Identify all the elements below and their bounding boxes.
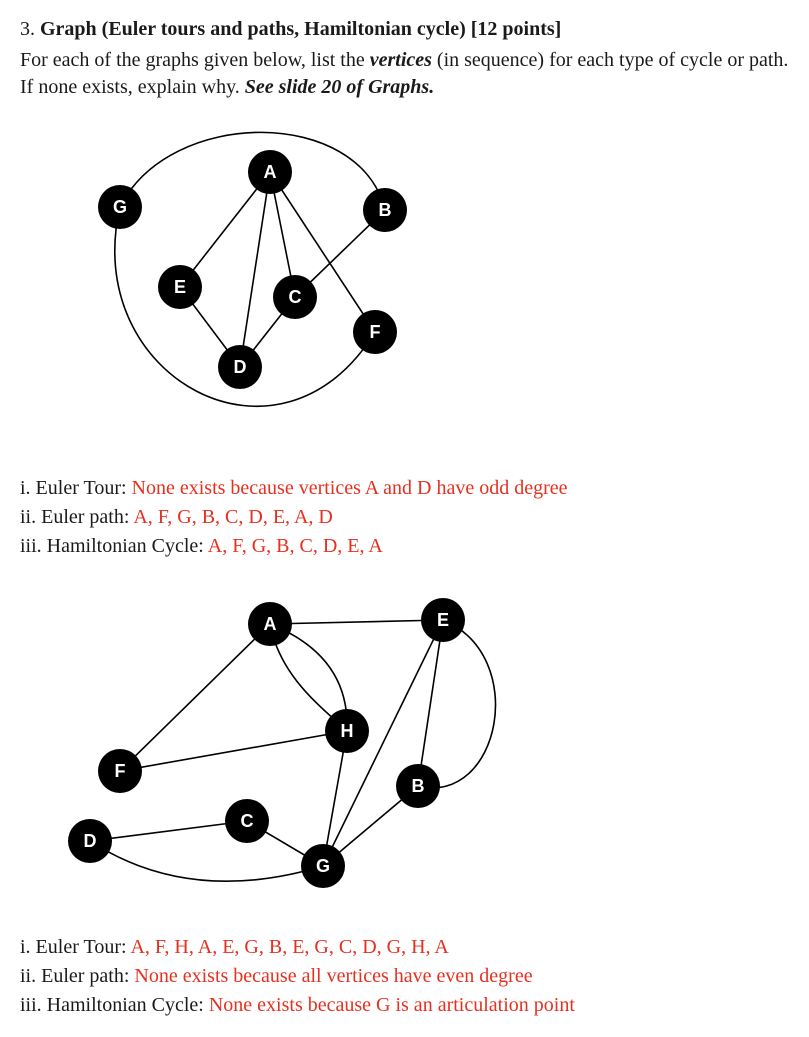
svg-text:E: E [437, 610, 449, 630]
question-prompt: For each of the graphs given below, list… [20, 47, 789, 101]
answer-euler-path: ii. Euler path: A, F, G, B, C, D, E, A, … [20, 504, 789, 531]
svg-text:B: B [379, 200, 392, 220]
svg-text:A: A [264, 162, 277, 182]
answer-value: A, F, H, A, E, G, B, E, G, C, D, G, H, A [130, 936, 448, 958]
prompt-text-1: For each of the graphs given below, list… [20, 49, 370, 71]
svg-text:C: C [241, 811, 254, 831]
node-H: H [325, 709, 369, 753]
answer-label: i. Euler Tour: [20, 936, 130, 958]
node-A: A [248, 602, 292, 646]
node-E: E [421, 598, 465, 642]
node-D: D [218, 345, 262, 389]
answer-value: None exists because vertices A and D hav… [132, 477, 568, 499]
svg-text:A: A [264, 614, 277, 634]
svg-text:E: E [174, 277, 186, 297]
node-G: G [98, 185, 142, 229]
node-F: F [353, 310, 397, 354]
answer-euler-tour: i. Euler Tour: A, F, H, A, E, G, B, E, G… [20, 934, 789, 961]
node-E: E [158, 265, 202, 309]
graph-1-figure: G A B E C D F [20, 117, 789, 465]
prompt-vertices-word: vertices [370, 49, 432, 71]
svg-text:G: G [316, 856, 330, 876]
edge [90, 841, 323, 881]
graph-2-figure: A E H F B C D G [20, 576, 789, 924]
node-C: C [273, 275, 317, 319]
edge [270, 620, 443, 624]
edge [240, 172, 270, 367]
svg-text:B: B [412, 776, 425, 796]
answer-label: i. Euler Tour: [20, 477, 132, 499]
answer-euler-path: ii. Euler path: None exists because all … [20, 963, 789, 990]
node-G: G [301, 844, 345, 888]
graph-1-answers: i. Euler Tour: None exists because verti… [20, 475, 789, 560]
node-B: B [363, 188, 407, 232]
svg-text:H: H [341, 721, 354, 741]
answer-label: ii. Euler path: [20, 965, 134, 987]
answer-value: A, F, G, B, C, D, E, A [208, 535, 383, 557]
question-heading: 3. Graph (Euler tours and paths, Hamilto… [20, 16, 789, 43]
answer-label: ii. Euler path: [20, 506, 133, 528]
answer-label: iii. Hamiltonian Cycle: [20, 535, 208, 557]
answer-euler-tour: i. Euler Tour: None exists because verti… [20, 475, 789, 502]
edge [90, 821, 247, 841]
answer-label: iii. Hamiltonian Cycle: [20, 994, 209, 1016]
answer-value: None exists because G is an articulation… [209, 994, 575, 1016]
answer-ham-cycle: iii. Hamiltonian Cycle: A, F, G, B, C, D… [20, 533, 789, 560]
node-B: B [396, 764, 440, 808]
graph-2-answers: i. Euler Tour: A, F, H, A, E, G, B, E, G… [20, 934, 789, 1019]
prompt-see-slide: See slide 20 of Graphs. [245, 76, 434, 98]
question-title: Graph (Euler tours and paths, Hamiltonia… [40, 18, 561, 40]
answer-ham-cycle: iii. Hamiltonian Cycle: None exists beca… [20, 992, 789, 1019]
svg-text:D: D [234, 357, 247, 377]
node-D: D [68, 819, 112, 863]
svg-text:C: C [289, 287, 302, 307]
svg-text:F: F [115, 761, 126, 781]
svg-text:G: G [113, 197, 127, 217]
answer-value: None exists because all vertices have ev… [134, 965, 532, 987]
node-F: F [98, 749, 142, 793]
question-number: 3. [20, 18, 35, 40]
svg-text:D: D [84, 831, 97, 851]
node-A: A [248, 150, 292, 194]
answer-value: A, F, G, B, C, D, E, A, D [133, 506, 333, 528]
svg-text:F: F [370, 322, 381, 342]
node-C: C [225, 799, 269, 843]
